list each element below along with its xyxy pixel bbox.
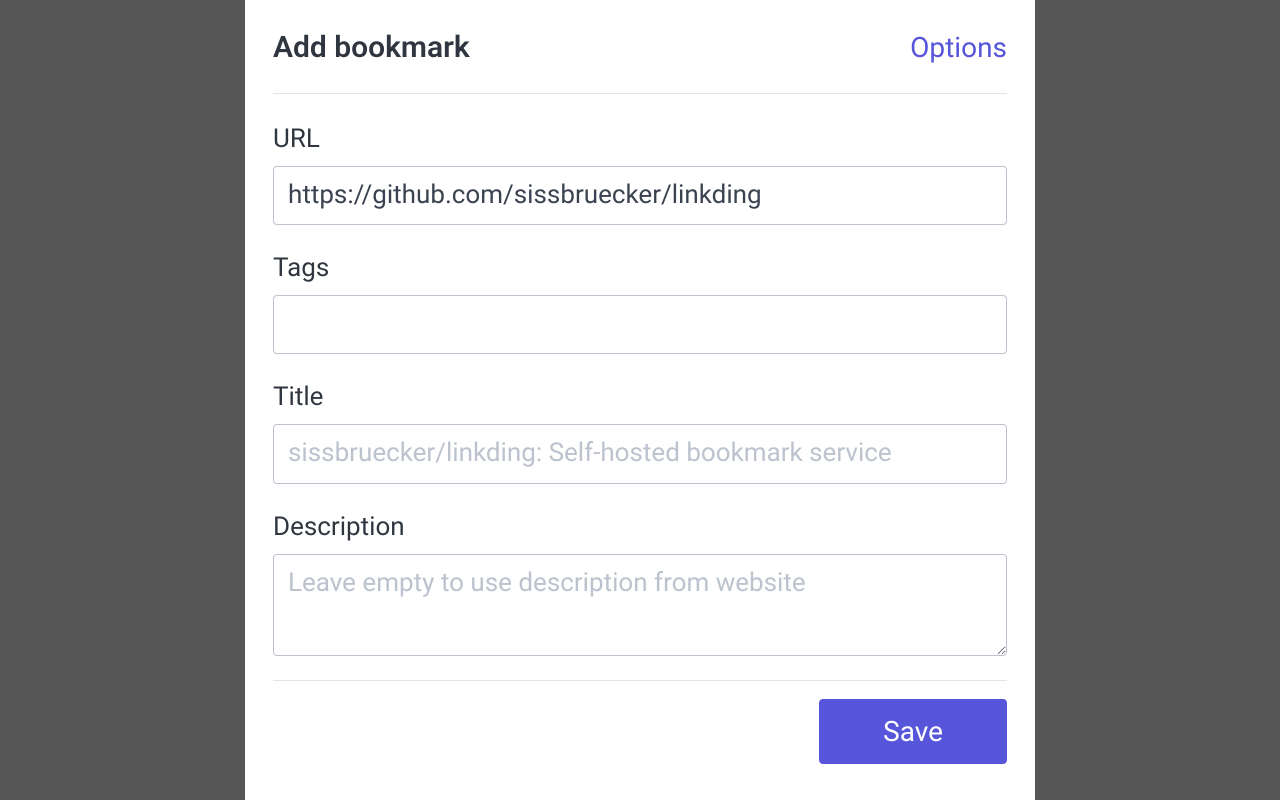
save-button[interactable]: Save — [819, 699, 1007, 764]
description-textarea[interactable] — [273, 554, 1007, 656]
title-group: Title — [273, 382, 1007, 483]
tags-input[interactable] — [273, 295, 1007, 354]
page-title: Add bookmark — [273, 30, 470, 65]
tags-group: Tags — [273, 253, 1007, 354]
panel-footer: Save — [273, 680, 1007, 764]
description-label: Description — [273, 512, 1007, 542]
description-group: Description — [273, 512, 1007, 660]
add-bookmark-panel: Add bookmark Options URL Tags Title Desc… — [245, 0, 1035, 800]
url-input[interactable] — [273, 166, 1007, 225]
url-group: URL — [273, 124, 1007, 225]
options-link[interactable]: Options — [910, 31, 1007, 64]
title-label: Title — [273, 382, 1007, 412]
url-label: URL — [273, 124, 1007, 154]
panel-header: Add bookmark Options — [273, 30, 1007, 94]
title-input[interactable] — [273, 424, 1007, 483]
tags-label: Tags — [273, 253, 1007, 283]
